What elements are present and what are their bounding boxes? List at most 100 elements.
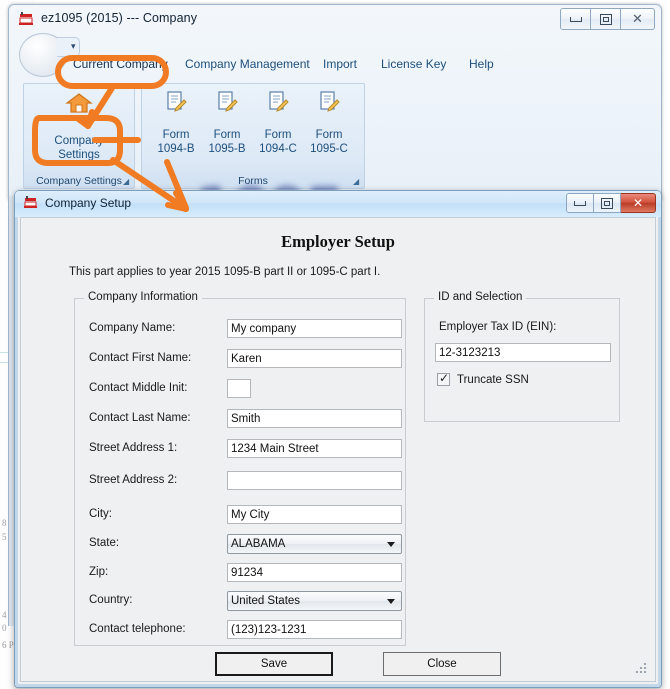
tab-company-management[interactable]: Company Management <box>185 57 310 71</box>
country-selected-value: United States <box>231 595 301 607</box>
minimize-button[interactable] <box>560 8 591 30</box>
company-name-input[interactable]: My company <box>227 319 402 338</box>
quick-access-toolbar[interactable] <box>57 37 80 57</box>
app-titlebar: ez1095 (2015) --- Company ✕ <box>9 5 661 35</box>
dialog-maximize-button[interactable] <box>594 193 621 213</box>
truncate-ssn-label: Truncate SSN <box>457 373 529 386</box>
city-input[interactable]: My City <box>227 505 402 524</box>
ribbon-group-company-settings: Company Settings Company Settings ◢ <box>23 83 135 189</box>
tab-license-key[interactable]: License Key <box>381 57 446 71</box>
group-title-company-settings: Company Settings <box>36 175 122 187</box>
form-1094c-button[interactable]: Form 1094-C <box>252 90 304 156</box>
id-and-selection-legend: ID and Selection <box>434 291 527 303</box>
app-title: ez1095 (2015) --- Company <box>41 11 198 25</box>
form-edit-icon <box>165 90 187 112</box>
contact-first-name-label: Contact First Name: <box>89 352 192 364</box>
contact-telephone-label: Contact telephone: <box>89 623 186 635</box>
field-row-contact-telephone: Contact telephone: (123)123-1231 <box>75 620 405 642</box>
form-1094c-label: Form 1094-C <box>259 129 297 155</box>
street-address-1-label: Street Address 1: <box>89 442 178 454</box>
tab-help[interactable]: Help <box>469 57 494 71</box>
form-1094b-button[interactable]: Form 1094-B <box>150 90 202 156</box>
form-1095b-label: Form 1095-B <box>208 129 246 155</box>
chevron-down-icon[interactable]: ▾ <box>71 41 76 52</box>
contact-middle-init-label: Contact Middle Init: <box>89 382 188 394</box>
chevron-down-icon <box>387 542 395 547</box>
field-row-contact-middle-init: Contact Middle Init: <box>75 379 405 401</box>
dialog-titlebar: Company Setup ✕ <box>15 191 661 217</box>
state-label: State: <box>89 537 120 549</box>
company-settings-label: Company Settings <box>54 135 104 161</box>
city-label: City: <box>89 508 112 520</box>
contact-first-name-input[interactable]: Karen <box>227 349 402 368</box>
field-row-country: Country: United States <box>75 591 405 613</box>
field-row-zip: Zip: 91234 <box>75 563 405 585</box>
app-window-controls: ✕ <box>560 8 655 30</box>
employer-tax-id-label: Employer Tax ID (EIN): <box>439 321 557 333</box>
resize-grip[interactable] <box>636 663 648 675</box>
contact-last-name-input[interactable]: Smith <box>227 409 402 428</box>
maximize-icon <box>601 197 613 209</box>
contact-last-name-label: Contact Last Name: <box>89 412 191 424</box>
minimize-icon <box>569 16 582 22</box>
state-selected-value: ALABAMA <box>231 538 286 550</box>
tab-import[interactable]: Import <box>323 57 357 71</box>
dialog-body: Employer Setup This part applies to year… <box>20 217 656 682</box>
form-edit-icon <box>267 90 289 112</box>
contact-middle-init-input[interactable] <box>227 379 251 398</box>
form-1094b-label: Form 1094-B <box>157 129 195 155</box>
dialog-subtitle: This part applies to year 2015 1095-B pa… <box>69 266 381 278</box>
street-address-2-input[interactable] <box>227 471 402 490</box>
truncate-ssn-checkbox-row[interactable]: Truncate SSN <box>437 371 529 386</box>
state-select[interactable]: ALABAMA <box>227 534 402 554</box>
app-icon <box>18 12 35 28</box>
street-address-1-input[interactable]: 1234 Main Street <box>227 439 402 458</box>
company-setup-dialog: Company Setup ✕ Employer Setup This part… <box>14 190 662 688</box>
truncate-ssn-checkbox[interactable] <box>437 371 450 386</box>
form-edit-icon <box>216 90 238 112</box>
zip-label: Zip: <box>89 566 109 578</box>
dialog-close-button[interactable]: ✕ <box>621 193 656 213</box>
id-and-selection-group: ID and Selection Employer Tax ID (EIN): … <box>424 291 620 422</box>
dialog-minimize-button[interactable] <box>566 193 594 213</box>
field-row-city: City: My City <box>75 505 405 527</box>
app-icon <box>23 196 39 212</box>
field-row-street-address-2: Street Address 2: <box>75 471 405 493</box>
street-address-2-label: Street Address 2: <box>89 474 178 486</box>
country-select[interactable]: United States <box>227 591 402 611</box>
company-information-group: Company Information Company Name: My com… <box>74 291 406 646</box>
form-edit-icon <box>318 90 340 112</box>
field-row-contact-last-name: Contact Last Name: Smith <box>75 409 405 431</box>
tab-current-company[interactable]: Current Company <box>73 57 168 71</box>
maximize-icon <box>599 13 612 25</box>
zip-input[interactable]: 91234 <box>227 563 402 582</box>
ribbon-body: Company Settings Company Settings ◢ Form… <box>23 83 653 189</box>
employer-tax-id-input[interactable]: 12-3123213 <box>435 343 611 362</box>
form-1095c-label: Form 1095-C <box>310 129 348 155</box>
dialog-launcher-icon[interactable]: ◢ <box>353 177 361 186</box>
ribbon-tabstrip: Current Company Company Management Impor… <box>9 57 661 79</box>
field-row-company-name: Company Name: My company <box>75 319 405 341</box>
dialog-window-controls: ✕ <box>566 193 656 213</box>
home-icon <box>65 92 93 114</box>
chevron-down-icon <box>387 599 395 604</box>
close-button[interactable]: ✕ <box>621 8 655 30</box>
field-row-state: State: ALABAMA <box>75 534 405 556</box>
maximize-button[interactable] <box>591 8 621 30</box>
company-settings-button[interactable]: Company Settings <box>26 86 132 170</box>
country-label: Country: <box>89 594 133 606</box>
field-row-street-address-1: Street Address 1: 1234 Main Street <box>75 439 405 461</box>
main-application-window: ez1095 (2015) --- Company ✕ ▾ Current Co… <box>8 4 662 200</box>
close-icon: ✕ <box>632 11 643 27</box>
save-button[interactable]: Save <box>215 652 333 676</box>
dialog-title: Company Setup <box>45 196 132 210</box>
minimize-icon <box>574 200 586 206</box>
company-information-legend: Company Information <box>84 291 202 303</box>
form-1095c-button[interactable]: Form 1095-C <box>303 90 355 156</box>
close-button[interactable]: Close <box>383 652 501 676</box>
contact-telephone-input[interactable]: (123)123-1231 <box>227 620 402 639</box>
company-name-label: Company Name: <box>89 322 176 334</box>
form-1095b-button[interactable]: Form 1095-B <box>201 90 253 156</box>
ribbon-group-forms: Form 1094-B Form 1095-B Form 1094-C Form… <box>141 83 365 189</box>
page-title: Employer Setup <box>281 232 395 251</box>
